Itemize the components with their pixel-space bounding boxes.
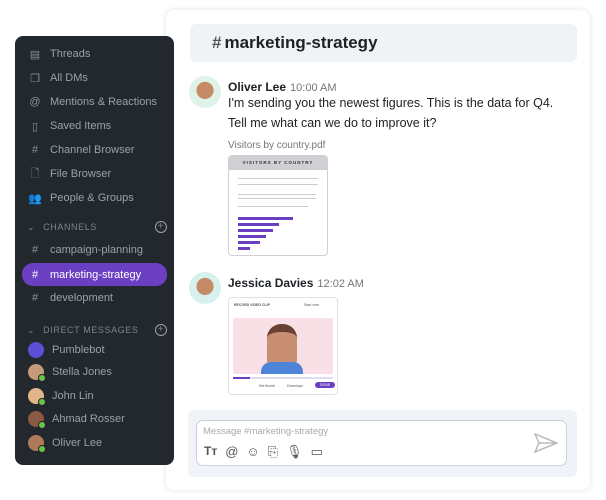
pdf-bar xyxy=(238,247,250,250)
add-dm-icon[interactable]: + xyxy=(155,324,167,336)
channel-campaign-planning[interactable]: # campaign-planning xyxy=(15,239,174,261)
channel-title: marketing-strategy xyxy=(224,33,378,52)
video-progress[interactable] xyxy=(233,377,333,379)
avatar xyxy=(28,342,44,358)
channels-section[interactable]: ⌄ CHANNELS + xyxy=(27,221,167,233)
sidebar-item-people[interactable]: 👥 People & Groups xyxy=(15,187,174,209)
message-text: Tell me what can we do to improve it? xyxy=(228,116,437,130)
add-channel-icon[interactable]: + xyxy=(155,221,167,233)
attachment-name[interactable]: Visitors by country.pdf xyxy=(228,136,325,156)
done-button[interactable]: DONE xyxy=(315,382,336,388)
avatar xyxy=(28,411,46,429)
online-indicator xyxy=(38,421,46,429)
video-preview[interactable] xyxy=(233,318,333,374)
avatar xyxy=(28,435,46,453)
emoji-icon[interactable]: ☺ xyxy=(246,444,259,460)
pdf-preview[interactable]: VISITORS BY COUNTRY xyxy=(228,155,328,256)
channel-header: # marketing-strategy xyxy=(190,24,577,62)
send-icon[interactable] xyxy=(534,433,558,453)
message-author[interactable]: Jessica Davies 12:02 AM xyxy=(228,276,364,290)
sidebar: ▤ Threads ❐ All DMs @ Mentions & Reactions … xyxy=(15,36,174,465)
pdf-bar xyxy=(238,241,260,244)
dm-ahmad-rosser[interactable]: Ahmad Rosser xyxy=(15,408,174,430)
online-indicator xyxy=(38,398,46,406)
channel-development[interactable]: # development xyxy=(15,287,174,309)
pdf-bar xyxy=(238,229,273,232)
chevron-down-icon: ⌄ xyxy=(27,324,36,335)
file-search-icon: 🗋 xyxy=(30,167,40,180)
message-input[interactable]: Message #marketing-strategy Tт @ ☺ ⎘ 🎙︎ … xyxy=(196,420,567,466)
channel-marketing-strategy[interactable]: # marketing-strategy xyxy=(22,263,167,286)
dm-section[interactable]: ⌄ DIRECT MESSAGES + xyxy=(27,324,167,336)
sidebar-item-all-dms[interactable]: ❐ All DMs xyxy=(15,67,174,89)
sidebar-item-channel-browser[interactable]: # Channel Browser xyxy=(15,139,174,161)
attachment-icon[interactable]: ⎘ xyxy=(268,444,278,460)
dm-john-lin[interactable]: John Lin xyxy=(15,385,174,407)
hash-icon: # xyxy=(31,292,39,304)
dms-icon: ❐ xyxy=(30,72,40,85)
hash-icon: # xyxy=(31,244,39,256)
dm-oliver-lee[interactable]: Oliver Lee xyxy=(15,432,174,454)
sidebar-item-file-browser[interactable]: 🗋 File Browser xyxy=(15,163,174,185)
pdf-bar xyxy=(238,235,266,238)
sidebar-item-saved[interactable]: ▯ Saved Items xyxy=(15,115,174,137)
microphone-icon[interactable]: 🎙︎ xyxy=(286,444,303,460)
people-icon: 👥 xyxy=(28,192,42,205)
avatar xyxy=(28,388,46,406)
video-icon[interactable]: ▭ xyxy=(311,444,323,460)
dm-stella-jones[interactable]: Stella Jones xyxy=(15,361,174,383)
avatar xyxy=(28,364,46,382)
pdf-bar xyxy=(238,223,279,226)
timestamp: 12:02 AM xyxy=(317,278,364,290)
pdf-bar xyxy=(238,217,293,220)
avatar-oliver-lee[interactable] xyxy=(189,76,221,108)
bookmark-icon: ▯ xyxy=(31,120,39,133)
text-format-icon[interactable]: Tт xyxy=(204,444,217,460)
at-icon: @ xyxy=(29,96,41,108)
dm-pumblebot[interactable]: Pumblebot xyxy=(15,339,174,361)
start-over-button[interactable]: Start over xyxy=(304,303,319,307)
online-indicator xyxy=(38,445,46,453)
threads-icon: ▤ xyxy=(29,48,41,61)
hash-icon: # xyxy=(31,268,39,281)
mention-icon[interactable]: @ xyxy=(225,444,238,460)
online-indicator xyxy=(38,374,46,382)
video-clip-card[interactable]: RECORD VIDEO CLIP Start over Set thumb D… xyxy=(228,297,338,395)
chevron-down-icon: ⌄ xyxy=(27,221,36,232)
sidebar-item-threads[interactable]: ▤ Threads xyxy=(15,43,174,65)
channel-search-icon: # xyxy=(31,144,39,156)
message-text: I'm sending you the newest figures. This… xyxy=(228,96,554,110)
message-author[interactable]: Oliver Lee 10:00 AM xyxy=(228,80,337,94)
sidebar-item-mentions[interactable]: @ Mentions & Reactions xyxy=(15,91,174,113)
avatar-jessica-davies[interactable] xyxy=(189,272,221,304)
